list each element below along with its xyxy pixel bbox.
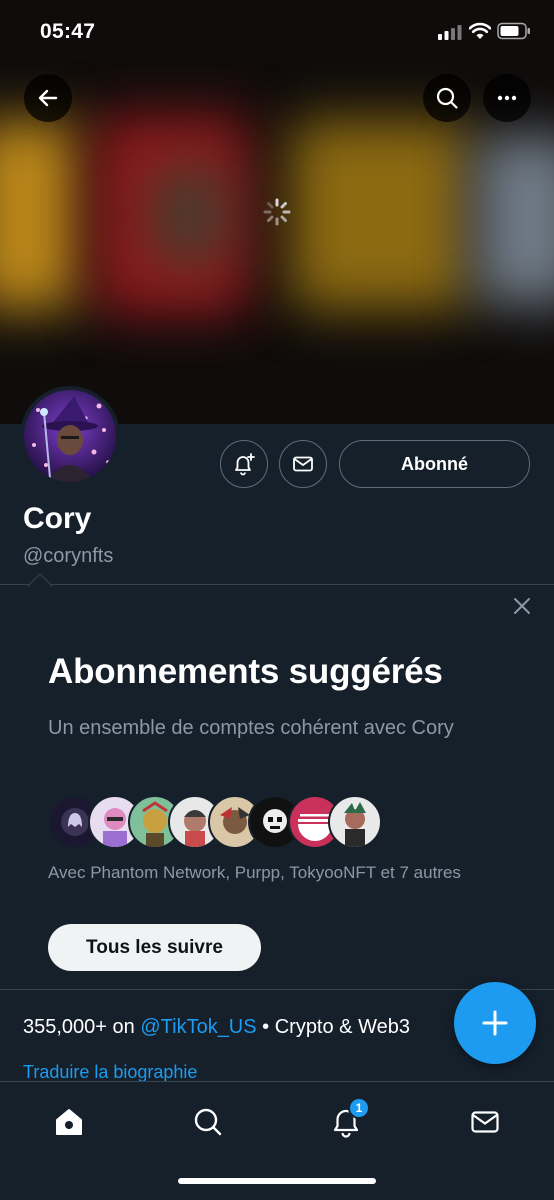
avatar-image: [24, 390, 116, 482]
bio-text: 355,000+ on: [23, 1016, 141, 1038]
loading-spinner-icon: [263, 198, 291, 226]
profile-bio: 355,000+ on @TikTok_US • Crypto & Web3: [23, 1016, 410, 1039]
nav-home[interactable]: [49, 1102, 89, 1142]
suggested-avatar: [328, 795, 382, 849]
home-icon: [56, 1109, 82, 1135]
profile-handle: @corynfts: [23, 545, 114, 567]
envelope-icon: [471, 1111, 499, 1133]
message-button[interactable]: [279, 440, 327, 488]
following-button[interactable]: Abonné: [339, 440, 530, 488]
search-icon: [436, 87, 458, 109]
follow-all-button[interactable]: Tous les suivre: [48, 924, 261, 971]
notifications-toggle-button[interactable]: [220, 440, 268, 488]
suggestions-title: Abonnements suggérés: [48, 652, 443, 691]
envelope-icon: [293, 456, 313, 472]
back-button[interactable]: [24, 74, 72, 122]
translate-bio-link[interactable]: Traduire la biographie: [23, 1062, 197, 1083]
arrow-left-icon: [38, 89, 58, 107]
more-horizontal-icon: [497, 95, 517, 101]
home-indicator[interactable]: [178, 1178, 376, 1184]
banner-blob: [290, 120, 470, 310]
close-icon: [514, 598, 530, 614]
divider: [0, 584, 554, 585]
profile-avatar[interactable]: [20, 386, 120, 486]
banner-blob: [0, 120, 80, 310]
nav-search[interactable]: [188, 1102, 228, 1142]
suggestion-pointer: [27, 573, 53, 599]
plus-icon: [482, 1010, 508, 1036]
bio-text: • Crypto & Web3: [256, 1016, 410, 1038]
status-bar: 05:47: [0, 0, 554, 66]
suggestions-subtitle: Un ensemble de comptes cohérent avec Cor…: [48, 717, 454, 739]
bio-mention-link[interactable]: @TikTok_US: [140, 1016, 256, 1038]
banner-blob: [150, 165, 230, 265]
status-time: 05:47: [40, 20, 96, 43]
nav-messages[interactable]: [465, 1102, 505, 1142]
dismiss-suggestions-button[interactable]: [510, 594, 534, 618]
compose-button[interactable]: [454, 982, 536, 1064]
wifi-icon: [469, 22, 491, 39]
cellular-signal-icon: [438, 25, 462, 40]
nav-notifications[interactable]: 1: [326, 1097, 370, 1142]
more-options-button[interactable]: [483, 74, 531, 122]
battery-icon: [497, 22, 530, 40]
search-button[interactable]: [423, 74, 471, 122]
banner-blob: [475, 135, 554, 305]
search-icon: [194, 1108, 222, 1136]
suggestions-with-text: Avec Phantom Network, Purpp, TokyooNFT e…: [48, 863, 461, 882]
notification-badge: 1: [348, 1097, 370, 1119]
bell-plus-icon: [235, 453, 255, 476]
profile-name: Cory: [23, 502, 92, 535]
